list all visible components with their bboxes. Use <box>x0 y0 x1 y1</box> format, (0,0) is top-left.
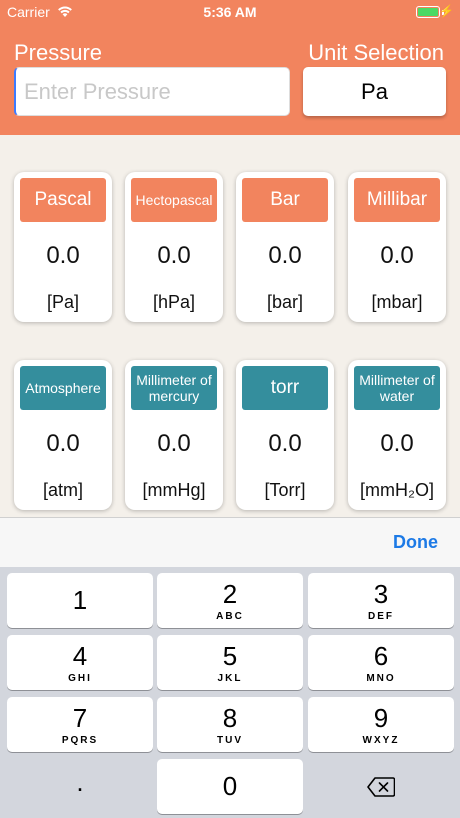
card-unit-atmosphere: [atm] <box>42 480 83 500</box>
key-5[interactable]: 5 JKL <box>157 635 303 690</box>
key-4[interactable]: 4 GHI <box>7 635 153 690</box>
card-bar: Bar 0.0 [bar] <box>236 172 334 322</box>
card-title-pascal: Pascal <box>20 178 106 222</box>
battery-icon <box>416 6 440 18</box>
card-unit-torr: [Torr] <box>264 480 306 500</box>
card-title-hectopascal: Hectopascal <box>131 178 217 222</box>
card-title-millibar: Millibar <box>354 178 440 222</box>
card-value-torr: 0.0 <box>268 430 302 457</box>
key-2-letters: ABC <box>216 611 244 622</box>
key-3[interactable]: 3 DEF <box>308 573 454 628</box>
card-value-mmh2o: 0.0 <box>380 430 414 457</box>
done-button[interactable]: Done <box>393 532 438 553</box>
key-3-letters: DEF <box>368 611 394 622</box>
card-value-atmosphere: 0.0 <box>46 430 80 457</box>
clock: 5:36 AM <box>203 4 257 20</box>
key-8[interactable]: 8 TUV <box>157 697 303 752</box>
backspace-icon <box>367 777 395 797</box>
header: Carrier 5:36 AM ⚡ Pressure Unit Selectio… <box>0 0 460 135</box>
card-title-atmosphere: Atmosphere <box>20 366 106 410</box>
card-value-pascal: 0.0 <box>46 242 80 269</box>
key-2-number: 2 <box>222 579 238 609</box>
charging-bolt-icon: ⚡ <box>439 4 454 18</box>
key-7[interactable]: 7 PQRS <box>7 697 153 752</box>
card-pascal: Pascal 0.0 [Pa] <box>14 172 112 322</box>
pressure-input[interactable] <box>14 67 290 116</box>
card-title-bar: Bar <box>242 178 328 222</box>
card-millimeter-of-water: Millimeter of water 0.0 [mmH₂O] <box>348 360 446 510</box>
card-unit-millibar: [mbar] <box>371 292 423 312</box>
key-6[interactable]: 6 MNO <box>308 635 454 690</box>
pressure-label: Pressure <box>14 40 103 65</box>
key-1[interactable]: 1 <box>7 573 153 628</box>
card-unit-mmh2o: [mmH₂O] <box>360 480 434 500</box>
key-7-letters: PQRS <box>61 735 99 746</box>
card-value-bar: 0.0 <box>268 242 302 269</box>
key-3-number: 3 <box>373 579 389 609</box>
key-1-number: 1 <box>72 585 88 615</box>
card-millimeter-of-mercury: Millimeter of mercury 0.0 [mmHg] <box>125 360 223 510</box>
key-backspace[interactable] <box>308 759 454 814</box>
keyboard-toolbar: Done <box>0 517 460 567</box>
key-decimal-point[interactable]: . <box>7 759 153 814</box>
key-6-number: 6 <box>373 641 389 671</box>
key-7-number: 7 <box>72 703 88 733</box>
card-atmosphere: Atmosphere 0.0 [atm] <box>14 360 112 510</box>
key-5-letters: JKL <box>217 673 243 684</box>
card-title-mmh2o: Millimeter of water <box>354 366 440 410</box>
unit-selection-button[interactable]: Pa <box>303 67 446 116</box>
card-hectopascal: Hectopascal 0.0 [hPa] <box>125 172 223 322</box>
key-8-number: 8 <box>222 703 238 733</box>
key-6-letters: MNO <box>366 673 396 684</box>
card-title-mmhg: Millimeter of mercury <box>131 366 217 410</box>
number-keypad: 1 2 ABC 3 DEF 4 GHI 5 JKL 6 MNO 7 PQRS 8… <box>0 567 460 818</box>
card-unit-mmhg: [mmHg] <box>142 480 206 500</box>
key-4-number: 4 <box>72 641 88 671</box>
key-4-letters: GHI <box>68 673 92 684</box>
status-bar: Carrier 5:36 AM ⚡ <box>0 0 460 26</box>
key-5-number: 5 <box>222 641 238 671</box>
key-9-number: 9 <box>373 703 389 733</box>
unit-selection-label: Unit Selection <box>308 40 444 65</box>
card-value-millibar: 0.0 <box>380 242 414 269</box>
key-0-number: 0 <box>222 771 238 801</box>
card-value-hectopascal: 0.0 <box>157 242 191 269</box>
key-2[interactable]: 2 ABC <box>157 573 303 628</box>
key-8-letters: TUV <box>217 735 243 746</box>
card-unit-pascal: [Pa] <box>46 292 80 312</box>
card-millibar: Millibar 0.0 [mbar] <box>348 172 446 322</box>
card-unit-hectopascal: [hPa] <box>152 292 196 312</box>
card-unit-bar: [bar] <box>266 292 304 312</box>
card-torr: torr 0.0 [Torr] <box>236 360 334 510</box>
card-title-torr: torr <box>242 366 328 410</box>
key-9[interactable]: 9 WXYZ <box>308 697 454 752</box>
card-value-mmhg: 0.0 <box>157 430 191 457</box>
key-9-letters: WXYZ <box>362 735 400 746</box>
key-0[interactable]: 0 <box>157 759 303 814</box>
